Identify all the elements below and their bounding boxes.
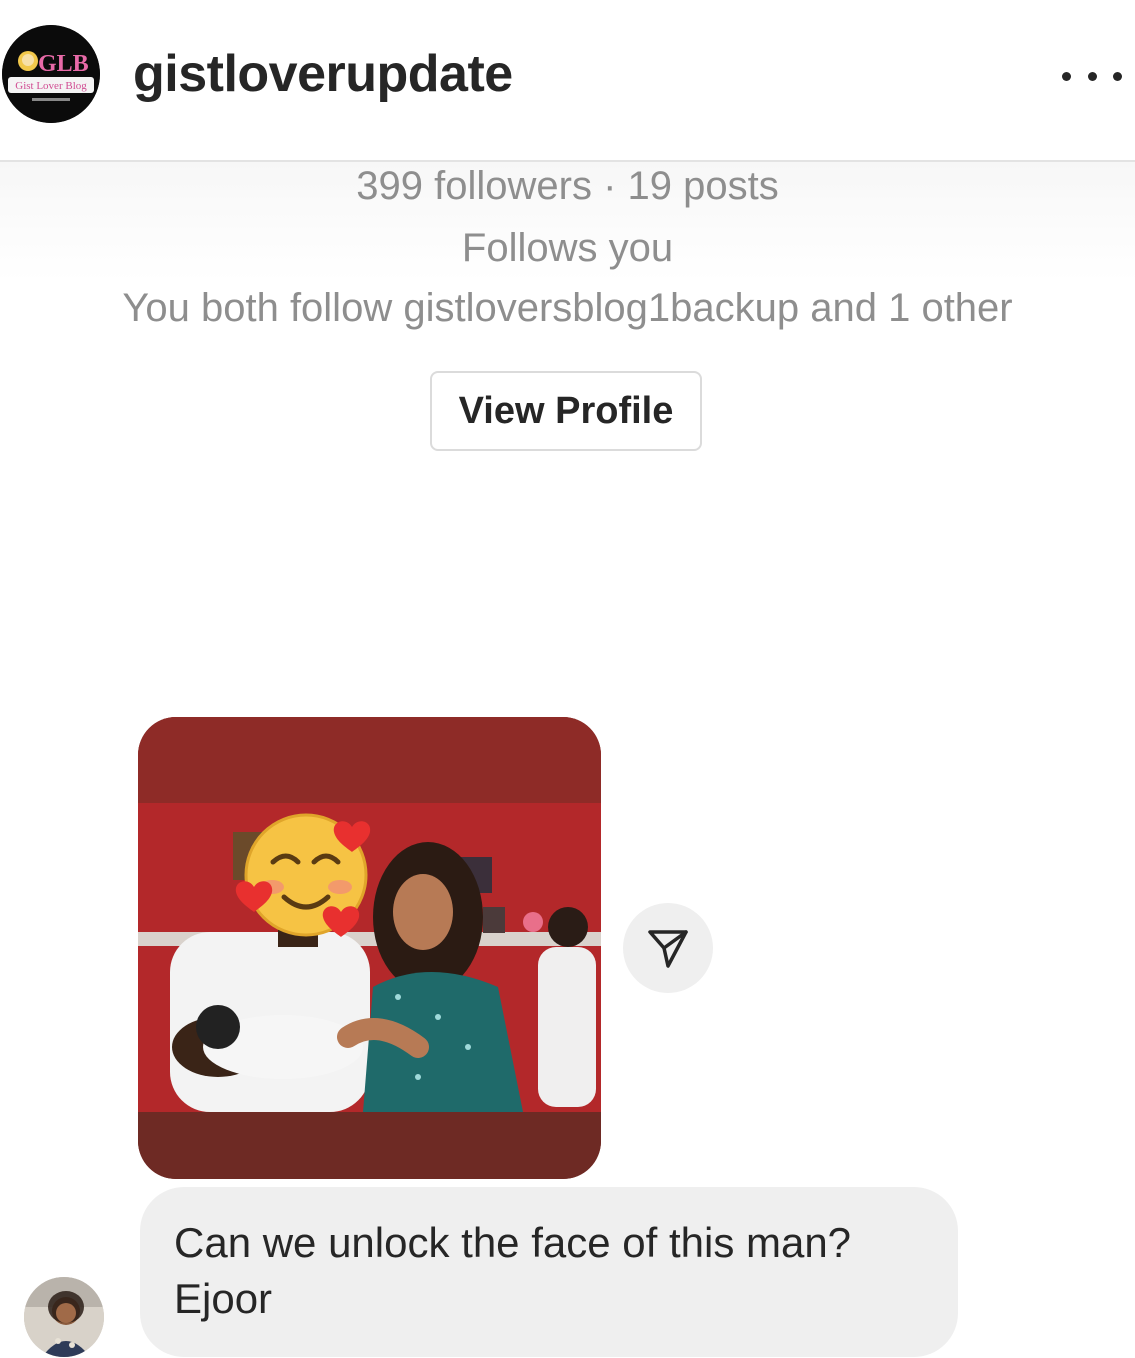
more-horizontal-icon: [1087, 71, 1097, 81]
shared-post-image[interactable]: [138, 717, 601, 1179]
profile-summary-card: 399 followers · 19 posts Follows you You…: [0, 162, 1135, 722]
more-horizontal-icon: [1062, 71, 1071, 81]
follows-you-label: Follows you: [461, 226, 674, 270]
message-line: Can we unlock the face of this man?: [174, 1219, 852, 1266]
sender-avatar-photo: [24, 1277, 104, 1357]
view-profile-button[interactable]: View Profile: [430, 371, 702, 451]
gist-lover-blog-logo-icon[interactable]: GLB Gist Lover Blog: [2, 25, 100, 123]
profile-stats: 399 followers · 19 posts: [356, 164, 779, 208]
shared-post-photo: [138, 717, 601, 1179]
mutual-followers-text: You both follow gistloversblog1backup an…: [122, 286, 1013, 330]
logo-text: GLB: [38, 51, 89, 77]
thread-header: GLB Gist Lover Blog gistloverupdate: [0, 0, 1135, 162]
share-button[interactable]: [623, 903, 713, 993]
thread-username[interactable]: gistloverupdate: [133, 44, 513, 104]
user-avatar-icon[interactable]: [24, 1277, 104, 1357]
logo-graphic: GLB Gist Lover Blog: [2, 25, 100, 123]
message-bubble[interactable]: Can we unlock the face of this man? Ejoo…: [140, 1187, 958, 1357]
more-horizontal-icon: [1113, 71, 1122, 81]
message-line: Ejoor: [174, 1275, 273, 1322]
logo-subtext: Gist Lover Blog: [15, 80, 87, 92]
more-options-button[interactable]: [1062, 58, 1122, 94]
paper-plane-icon: [648, 930, 688, 968]
